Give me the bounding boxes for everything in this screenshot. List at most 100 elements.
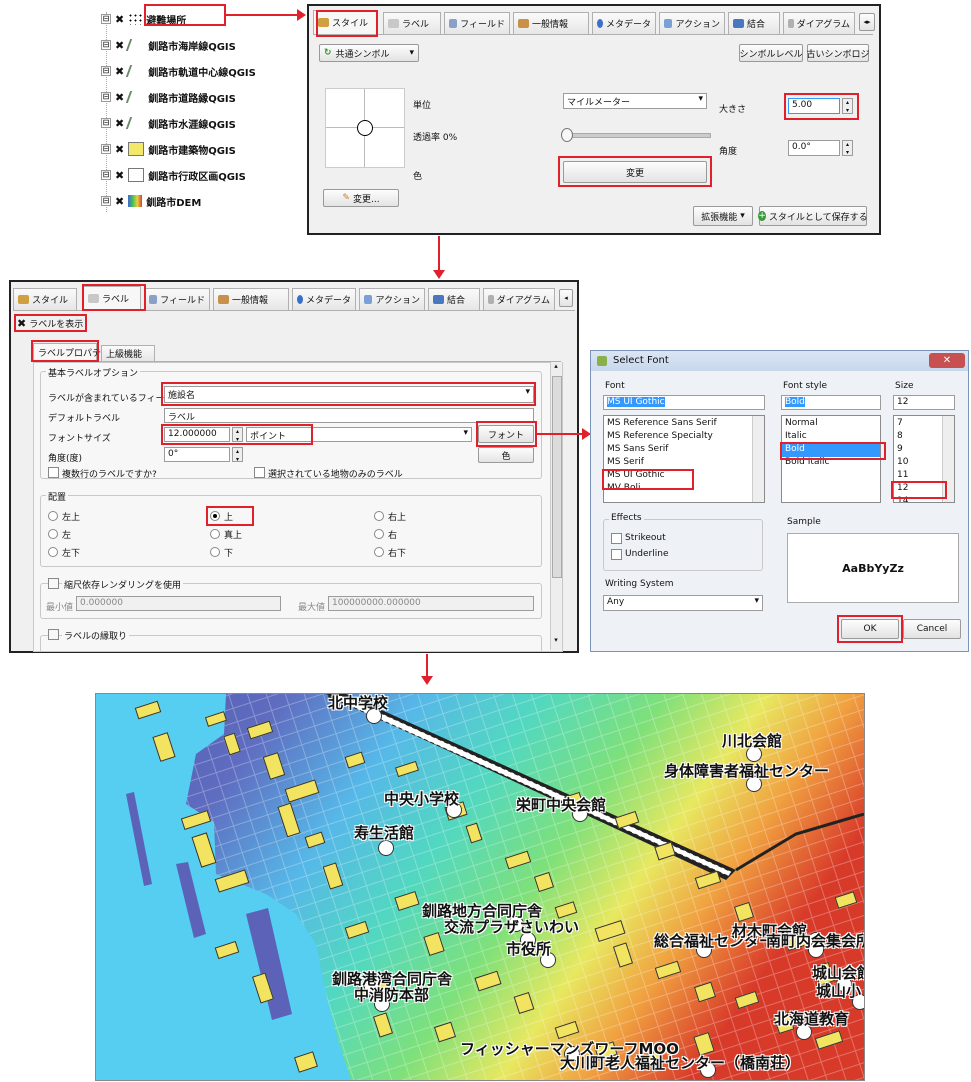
font-name-input[interactable]: MS UI Gothic xyxy=(603,395,765,410)
map-label: 川北会館 xyxy=(722,732,783,750)
symbol-preview xyxy=(325,88,405,168)
circle-marker-icon xyxy=(357,120,373,136)
font-list-scrollbar[interactable] xyxy=(752,416,764,502)
expand-icon[interactable]: ⊟ xyxy=(101,66,111,76)
tab-style[interactable]: スタイル xyxy=(13,288,77,310)
placement-radio[interactable] xyxy=(374,529,384,539)
tab-diagrams[interactable]: ダイアグラム xyxy=(483,288,555,310)
expand-icon[interactable]: ⊟ xyxy=(101,14,111,24)
subtab-advanced[interactable]: 上級機能 xyxy=(101,345,155,361)
placement-radio[interactable] xyxy=(48,511,58,521)
min-input[interactable]: 0.000000 xyxy=(76,596,281,611)
multiline-checkbox[interactable] xyxy=(48,467,59,478)
angle-spin[interactable]: ▴ ▾ xyxy=(842,140,853,156)
map-canvas[interactable]: 北中学校 川北会館 身体障害者福祉センター 中央小学校 栄町中央会館 寿生活館 釧路地方合同… xyxy=(95,693,865,1081)
symbol-type-combo[interactable]: ↻ 共通シンボル ▾ xyxy=(319,44,419,62)
transparency-slider[interactable] xyxy=(563,133,711,138)
buffer-checkbox[interactable] xyxy=(48,629,59,640)
font-list-item[interactable]: MS Reference Specialty xyxy=(604,431,764,444)
transparency-slider-handle[interactable] xyxy=(561,128,573,142)
placement-radio[interactable] xyxy=(48,547,58,557)
tab-diagrams[interactable]: ダイアグラム xyxy=(783,12,855,34)
tab-joins[interactable]: 結合 xyxy=(428,288,480,310)
visible-checkbox[interactable]: ✖ xyxy=(115,13,124,26)
font-size-input[interactable]: 12 xyxy=(893,395,955,410)
selected-only-checkbox[interactable] xyxy=(254,467,265,478)
writing-system-combo[interactable]: Any xyxy=(603,595,763,611)
expand-icon[interactable]: ⊟ xyxy=(101,170,111,180)
visible-checkbox[interactable]: ✖ xyxy=(115,169,124,182)
advanced-button[interactable]: 拡張機能 ▾ xyxy=(693,206,753,226)
sample-text: AaBbYyZz xyxy=(842,561,904,575)
tab-fields[interactable]: フィールド xyxy=(144,288,210,310)
close-icon[interactable]: ✕ xyxy=(929,353,965,368)
save-style-button[interactable]: + スタイルとして保存する xyxy=(758,206,868,226)
visible-checkbox[interactable]: ✖ xyxy=(115,91,124,104)
font-list-item[interactable]: MS Reference Sans Serif xyxy=(604,418,764,431)
layer-row[interactable]: ⊟ ✖ 釧路市行政区画QGIS xyxy=(101,162,246,188)
old-symbology-button[interactable]: 古いシンボロジ xyxy=(807,44,870,62)
arrow-layer-to-style xyxy=(226,14,298,16)
expand-icon[interactable]: ⊟ xyxy=(101,40,111,50)
sample-box: AaBbYyZz xyxy=(787,533,959,603)
expand-icon[interactable]: ⊟ xyxy=(101,196,111,206)
layer-row[interactable]: ⊟ ✖ 釧路市道路縁QGIS xyxy=(101,84,236,110)
font-style-item[interactable]: Normal xyxy=(782,418,880,431)
layer-name: 釧路市建築物QGIS xyxy=(148,145,236,157)
visible-checkbox[interactable]: ✖ xyxy=(115,39,124,52)
line-icon xyxy=(126,91,147,103)
change-symbol-button[interactable]: ✎ 変更... xyxy=(323,189,399,207)
strikeout-checkbox[interactable] xyxy=(611,533,622,544)
layer-row[interactable]: ⊟ ✖ 釧路市建築物QGIS xyxy=(101,136,236,162)
font-style-input[interactable]: Bold xyxy=(781,395,881,410)
max-input[interactable]: 100000000.000000 xyxy=(328,596,534,611)
placement-radio[interactable] xyxy=(210,547,220,557)
layer-row[interactable]: ⊟ ✖ 釧路市海岸線QGIS xyxy=(101,32,236,58)
placement-radio[interactable] xyxy=(48,529,58,539)
tab-labels[interactable]: ラベル xyxy=(383,12,441,34)
scroll-down-icon[interactable]: ▾ xyxy=(551,636,561,648)
angle-input[interactable]: 0.0° xyxy=(788,140,840,156)
tab-actions[interactable]: アクション xyxy=(659,12,725,34)
scale-render-checkbox[interactable] xyxy=(48,578,59,589)
placement-radio[interactable] xyxy=(374,511,384,521)
tab-scroll-arrows[interactable]: ◂ xyxy=(559,289,573,307)
tab-general[interactable]: 一般情報 xyxy=(513,12,589,34)
placement-radio[interactable] xyxy=(374,547,384,557)
tab-metadata[interactable]: メタデータ xyxy=(292,288,356,310)
scroll-up-icon[interactable]: ▴ xyxy=(551,362,561,374)
visible-checkbox[interactable]: ✖ xyxy=(115,195,124,208)
label-panel-scrollbar[interactable]: ▴ ▾ xyxy=(550,362,562,650)
highlight-label-properties xyxy=(31,340,99,362)
layer-row[interactable]: ⊟ ✖ 釧路市軌道中心線QGIS xyxy=(101,58,256,84)
placement-title: 配置 xyxy=(46,490,69,503)
map-label: 城山小 xyxy=(816,982,862,1000)
visible-checkbox[interactable]: ✖ xyxy=(115,117,124,130)
tab-joins[interactable]: 結合 xyxy=(728,12,780,34)
layer-row[interactable]: ⊟ ✖ 釧路市水涯線QGIS xyxy=(101,110,236,136)
table-icon xyxy=(149,295,158,304)
tab-fields[interactable]: フィールド xyxy=(444,12,510,34)
cancel-button[interactable]: Cancel xyxy=(903,619,961,639)
angle-spin[interactable]: ▴ ▾ xyxy=(232,447,243,463)
expand-icon[interactable]: ⊟ xyxy=(101,144,111,154)
visible-checkbox[interactable]: ✖ xyxy=(115,143,124,156)
expand-icon[interactable]: ⊟ xyxy=(101,92,111,102)
expand-icon[interactable]: ⊟ xyxy=(101,118,111,128)
underline-checkbox[interactable] xyxy=(611,549,622,560)
angle-input[interactable]: 0° xyxy=(164,447,230,462)
scroll-thumb[interactable] xyxy=(552,376,562,578)
layer-row[interactable]: ⊟ ✖ 釧路市DEM xyxy=(101,188,201,214)
tab-scroll-arrows[interactable]: ◂▸ xyxy=(859,13,875,31)
tab-actions[interactable]: アクション xyxy=(359,288,425,310)
color-button[interactable]: 色 xyxy=(478,447,534,463)
visible-checkbox[interactable]: ✖ xyxy=(115,65,124,78)
unit-combo[interactable]: マイルメーター xyxy=(563,93,707,109)
underline-label: Underline xyxy=(625,549,669,559)
tab-metadata[interactable]: メタデータ xyxy=(592,12,656,34)
font-list-item[interactable]: MS Sans Serif xyxy=(604,444,764,457)
symbol-level-button[interactable]: シンボルレベル xyxy=(739,44,803,62)
placement-radio[interactable] xyxy=(210,529,220,539)
tab-general[interactable]: 一般情報 xyxy=(213,288,289,310)
placement-radio-label: 右上 xyxy=(388,513,407,523)
